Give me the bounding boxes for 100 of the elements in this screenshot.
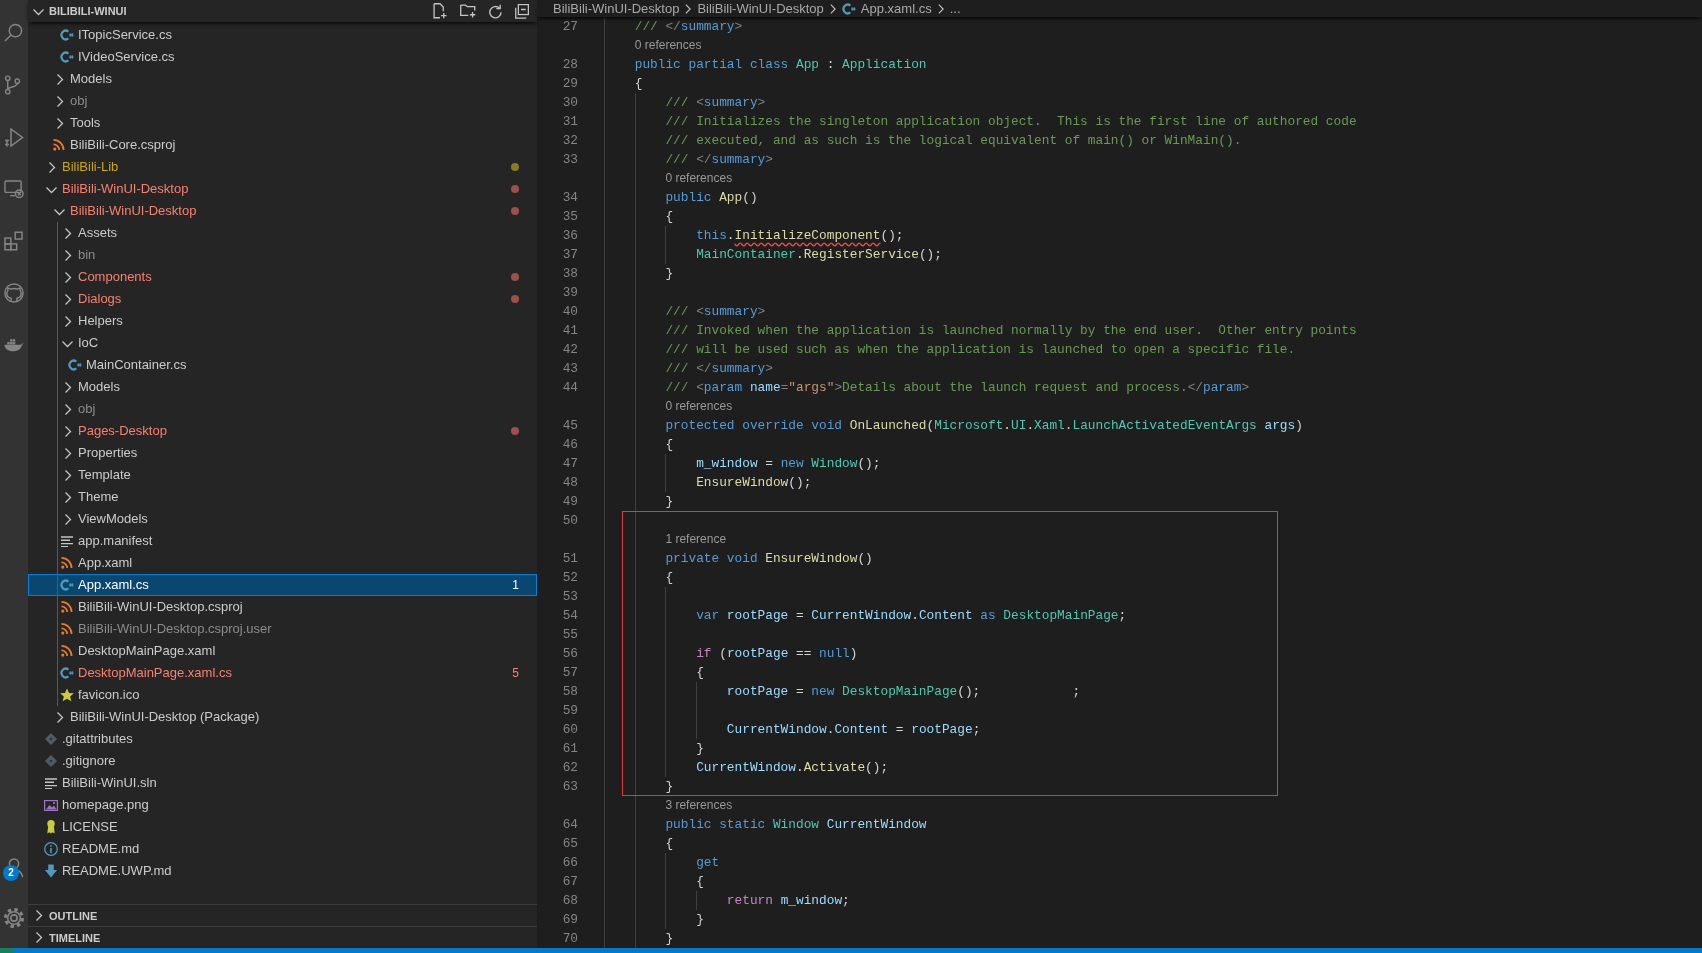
folder-item[interactable]: Models [28,376,537,398]
refresh-icon[interactable] [489,3,502,19]
file-item[interactable]: README.UWP.md [28,860,537,882]
folder-item[interactable]: Tools [28,112,537,134]
chevron-right-icon [829,3,836,14]
file-item[interactable]: README.md [28,838,537,860]
line-number: 66 [561,854,578,872]
file-item[interactable]: ITopicService.cs [28,24,537,46]
folder-item[interactable]: obj [28,90,537,112]
file-item[interactable]: DesktopMainPage.xaml.cs 5 [28,662,537,684]
line-number: 42 [561,341,578,359]
code-line: { [696,873,704,891]
new-file-icon[interactable] [433,3,447,19]
code-line: public App() [665,189,758,207]
new-folder-icon[interactable] [460,4,476,18]
folder-item[interactable]: Pages-Desktop [28,420,537,442]
line-number: 36 [561,227,578,245]
source-control-icon[interactable] [4,75,21,95]
breadcrumb-item[interactable]: BiliBili-WinUI-Desktop [697,1,824,16]
code-line: { [665,835,674,853]
folder-item[interactable]: Dialogs [28,288,537,310]
codelens-link[interactable]: 3 references [665,796,733,815]
code-line: protected override void OnLaunched(Microsoft.UI.Xaml.LaunchActivatedEventArgs args) [665,417,1303,435]
line-number: 35 [561,208,578,226]
text-lines-icon [61,535,73,547]
pane-header[interactable]: OUTLINE [28,904,537,926]
line-number: 44 [561,379,578,397]
line-number: 30 [561,94,578,112]
line-number: 56 [561,645,578,663]
remote-explorer-icon[interactable] [4,179,24,199]
codelens-link[interactable]: 0 references [634,36,702,55]
line-number: 43 [561,360,578,378]
indent-guide [665,226,667,264]
folder-item[interactable]: BiliBili-WinUI-Desktop (Package) [28,706,537,728]
codelens-link[interactable]: 0 references [665,169,733,188]
diamond-icon [45,755,57,767]
file-item[interactable]: BiliBili-WinUI.sln [28,772,537,794]
folder-item[interactable]: BiliBili-Lib [28,156,537,178]
code-line: { [665,208,674,226]
code-line: MainContainer.RegisterService(); [696,246,942,264]
file-item[interactable]: BiliBili-Core.csproj [28,134,537,156]
line-number: 31 [561,113,578,131]
extensions-icon[interactable] [4,231,23,251]
code-line: /// <param name="args">Details about the launch request and process.</param> [665,379,1250,397]
code-line: var rootPage = CurrentWindow.Content as DesktopMainPage; [696,607,1127,625]
line-number: 54 [561,607,578,625]
breadcrumb-item[interactable]: App.xaml.cs [841,1,932,16]
folder-item[interactable]: IoC [28,332,537,354]
folder-item[interactable]: Models [28,68,537,90]
rss-icon [53,139,65,151]
file-item[interactable]: BiliBili-WinUI-Desktop.csproj.user [28,618,537,640]
file-item[interactable]: .gitignore [28,750,537,772]
file-item[interactable]: BiliBili-WinUI-Desktop.csproj [28,596,537,618]
file-item[interactable]: .gitattributes [28,728,537,750]
star-icon [60,688,74,702]
folder-item[interactable]: Template [28,464,537,486]
codelens-link[interactable]: 0 references [665,397,733,416]
github-icon[interactable] [4,283,24,303]
folder-item[interactable]: ViewModels [28,508,537,530]
line-number: 51 [561,550,578,568]
file-item[interactable]: DesktopMainPage.xaml [28,640,537,662]
folder-item[interactable]: Assets [28,222,537,244]
file-item[interactable]: app.manifest [28,530,537,552]
line-number: 32 [561,132,578,150]
line-number: 68 [561,892,578,910]
folder-item[interactable]: BiliBili-WinUI-Desktop [28,200,537,222]
folder-item[interactable]: Properties [28,442,537,464]
folder-item[interactable]: Components [28,266,537,288]
folder-item[interactable]: BiliBili-WinUI-Desktop [28,178,537,200]
code-line: { [665,569,674,587]
line-number: 64 [561,816,578,834]
file-item[interactable]: IVideoService.cs [28,46,537,68]
folder-item[interactable]: obj [28,398,537,420]
rss-icon [61,601,73,613]
breadcrumb-item[interactable]: BiliBili-WinUI-Desktop [553,1,680,16]
run-debug-icon[interactable] [4,127,24,147]
whale-icon[interactable] [4,338,24,352]
folder-item[interactable]: Theme [28,486,537,508]
file-item[interactable]: favicon.ico [28,684,537,706]
file-item[interactable]: App.xaml [28,552,537,574]
indent-guide [696,891,698,910]
codelens-link[interactable]: 1 reference [665,530,727,549]
folder-item[interactable]: bin [28,244,537,266]
csharp-icon [841,2,856,15]
line-number: 53 [561,588,578,606]
file-item[interactable]: MainContainer.cs [28,354,537,376]
breadcrumb-item[interactable]: ... [949,1,961,16]
csharp-icon [60,51,74,63]
folder-item[interactable]: Helpers [28,310,537,332]
code-line: } [665,265,674,283]
line-number: 34 [561,189,578,207]
file-item[interactable]: App.xaml.cs 1 [28,574,537,596]
line-number: 45 [561,417,578,435]
file-item[interactable]: LICENSE [28,816,537,838]
collapse-all-icon[interactable] [515,3,529,19]
search-icon[interactable] [4,23,24,43]
explorer-section-header[interactable]: BILIBILI-WINUI [28,0,127,22]
line-number: 70 [561,930,578,948]
file-item[interactable]: homepage.png [28,794,537,816]
settings-icon[interactable] [4,908,24,928]
